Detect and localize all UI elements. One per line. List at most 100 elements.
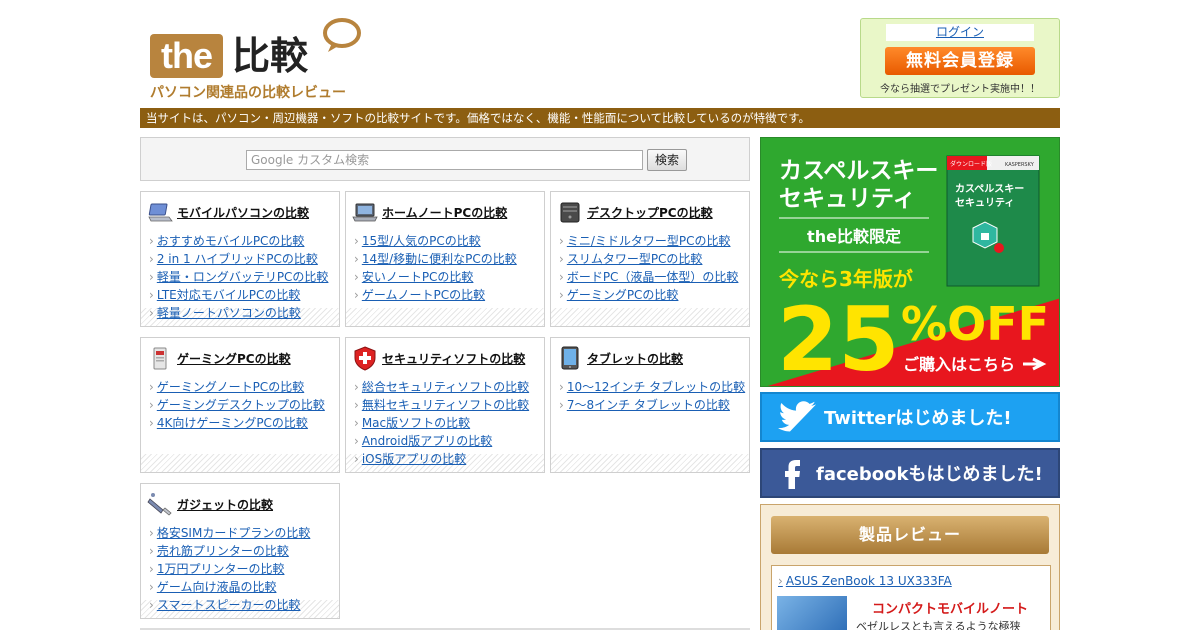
category-link[interactable]: 14型/移動に便利なPCの比較 bbox=[362, 252, 517, 266]
list-item: 軽量ノートパソコンの比較 bbox=[149, 304, 328, 322]
category-link[interactable]: 格安SIMカードプランの比較 bbox=[157, 526, 311, 540]
list-item: おすすめモバイルPCの比較 bbox=[149, 232, 328, 250]
category-link[interactable]: 安いノートPCの比較 bbox=[362, 270, 474, 284]
logo-the-mark: the bbox=[150, 34, 223, 78]
category-link[interactable]: 7～8インチ タブレットの比較 bbox=[567, 398, 730, 412]
list-item: iOS版アプリの比較 bbox=[354, 450, 529, 468]
category-link[interactable]: 売れ筋プリンターの比較 bbox=[157, 544, 289, 558]
logo-title: 比較 bbox=[232, 34, 309, 78]
category-link[interactable]: 4K向けゲーミングPCの比較 bbox=[157, 416, 308, 430]
category-link[interactable]: おすすめモバイルPCの比較 bbox=[157, 234, 305, 248]
review-description: ベゼルレスとも言えるような極狭 bbox=[856, 620, 1021, 630]
product-box-image: ダウンロード版 KASPERSKY カスペルスキー セキュリティ bbox=[946, 155, 1040, 287]
logo-tagline: パソコン関連品の比較レビュー bbox=[150, 85, 346, 101]
category-title[interactable]: ゲーミングPCの比較 bbox=[177, 350, 291, 367]
category-title[interactable]: モバイルパソコンの比較 bbox=[177, 204, 309, 221]
category-link[interactable]: スマートスピーカーの比較 bbox=[157, 598, 301, 612]
facebook-f-icon bbox=[785, 460, 800, 489]
list-item: 2 in 1 ハイブリッドPCの比較 bbox=[149, 250, 328, 268]
search-input[interactable]: Google カスタム検索 bbox=[246, 150, 643, 170]
category-link[interactable]: ゲーム向け液晶の比較 bbox=[157, 580, 277, 594]
category-gaming-pc: ゲーミングPCの比較 ゲーミングノートPCの比較 ゲーミングデスクトップの比較 … bbox=[140, 337, 340, 473]
list-item: Android版アプリの比較 bbox=[354, 432, 529, 450]
list-item: 軽量・ロングバッテリPCの比較 bbox=[149, 268, 329, 286]
search-button[interactable]: 検索 bbox=[647, 149, 687, 171]
twitter-button[interactable]: Twitterはじめました! bbox=[760, 392, 1060, 442]
list-item: ボードPC（液晶一体型）の比較 bbox=[559, 268, 739, 286]
box-name1: カスペルスキー bbox=[955, 183, 1024, 195]
review-catchphrase: コンパクトモバイルノート bbox=[872, 602, 1029, 617]
list-item: 売れ筋プリンターの比較 bbox=[149, 542, 310, 560]
box-name2: セキュリティ bbox=[955, 197, 1014, 209]
product-review-box: 製品レビュー ASUS ZenBook 13 UX333FA コンパクトモバイル… bbox=[760, 504, 1060, 630]
twitter-bird-icon bbox=[778, 401, 816, 432]
register-button[interactable]: 無料会員登録 bbox=[885, 47, 1035, 75]
site-description-banner: 当サイトは、パソコン・周辺機器・ソフトの比較サイトです。価格ではなく、機能・性能… bbox=[140, 108, 1060, 128]
ad-limited: the比較限定 bbox=[807, 227, 901, 246]
gaming-pc-icon bbox=[153, 347, 167, 370]
category-link[interactable]: 15型/人気のPCの比較 bbox=[362, 234, 481, 248]
category-mobile-pc: モバイルパソコンの比較 おすすめモバイルPCの比較 2 in 1 ハイブリッドP… bbox=[140, 191, 340, 327]
login-link[interactable]: ログイン bbox=[886, 24, 1034, 41]
list-item: ゲーミングPCの比較 bbox=[559, 286, 738, 304]
category-tablet: タブレットの比較 10～12インチ タブレットの比較 7～8インチ タブレットの… bbox=[550, 337, 750, 473]
kaspersky-ad-banner[interactable]: カスペルスキー セキュリティ the比較限定 今なら3年版が 25 %OFF ご… bbox=[760, 137, 1060, 387]
category-desktop-pc: デスクトップPCの比較 ミニ/ミドルタワー型PCの比較 スリムタワー型PCの比較… bbox=[550, 191, 750, 327]
box-tag: ダウンロード版 bbox=[950, 160, 992, 168]
category-link[interactable]: 総合セキュリティソフトの比較 bbox=[362, 380, 529, 394]
category-title[interactable]: ガジェットの比較 bbox=[177, 496, 273, 513]
list-item: 15型/人気のPCの比較 bbox=[354, 232, 517, 250]
category-gadget: ガジェットの比較 格安SIMカードプランの比較 売れ筋プリンターの比較 1万円プ… bbox=[140, 483, 340, 619]
member-note: 今なら抽選でプレゼント実施中！！ bbox=[880, 84, 1040, 95]
category-link[interactable]: Mac版ソフトの比較 bbox=[362, 416, 470, 430]
list-item: ゲーミングデスクトップの比較 bbox=[149, 396, 325, 414]
usb-gadget-icon bbox=[147, 493, 172, 516]
ad-cta: ご購入はこちら bbox=[903, 355, 1015, 374]
category-link[interactable]: iOS版アプリの比較 bbox=[362, 452, 466, 466]
list-item: 10～12インチ タブレットの比較 bbox=[559, 378, 745, 396]
ad-big-number: 25 bbox=[777, 288, 899, 387]
category-link[interactable]: スリムタワー型PCの比較 bbox=[567, 252, 703, 266]
list-item: LTE対応モバイルPCの比較 bbox=[149, 286, 328, 304]
category-link[interactable]: 2 in 1 ハイブリッドPCの比較 bbox=[157, 252, 318, 266]
list-item: 4K向けゲーミングPCの比較 bbox=[149, 414, 325, 432]
category-link[interactable]: ゲーミングPCの比較 bbox=[567, 288, 679, 302]
category-link[interactable]: ゲーミングノートPCの比較 bbox=[157, 380, 304, 394]
review-item: ASUS ZenBook 13 UX333FA コンパクトモバイルノート ベゼル… bbox=[771, 565, 1051, 630]
category-link[interactable]: 軽量ノートパソコンの比較 bbox=[157, 306, 301, 320]
category-link[interactable]: ゲーミングデスクトップの比較 bbox=[157, 398, 325, 412]
list-item: スマートスピーカーの比較 bbox=[149, 596, 310, 614]
site-logo[interactable]: the 比較 パソコン関連品の比較レビュー bbox=[150, 18, 365, 104]
category-link[interactable]: ミニ/ミドルタワー型PCの比較 bbox=[567, 234, 731, 248]
tablet-icon bbox=[561, 346, 579, 370]
list-item: Mac版ソフトの比較 bbox=[354, 414, 529, 432]
review-heading: 製品レビュー bbox=[771, 516, 1049, 554]
category-title[interactable]: ホームノートPCの比較 bbox=[382, 204, 507, 221]
facebook-label: facebookもはじめました! bbox=[816, 464, 1043, 485]
laptop-mobile-icon bbox=[148, 203, 173, 222]
category-link[interactable]: ボードPC（液晶一体型）の比較 bbox=[567, 270, 739, 284]
category-link[interactable]: 1万円プリンターの比較 bbox=[157, 562, 285, 576]
facebook-button[interactable]: facebookもはじめました! bbox=[760, 448, 1060, 498]
category-title[interactable]: タブレットの比較 bbox=[587, 350, 683, 367]
list-item: 1万円プリンターの比較 bbox=[149, 560, 310, 578]
ad-line1: カスペルスキー bbox=[779, 158, 938, 184]
category-link[interactable]: 無料セキュリティソフトの比較 bbox=[362, 398, 529, 412]
category-link[interactable]: LTE対応モバイルPCの比較 bbox=[157, 288, 301, 302]
desktop-tower-icon bbox=[560, 202, 580, 223]
twitter-label: Twitterはじめました! bbox=[824, 408, 1012, 429]
list-item: 総合セキュリティソフトの比較 bbox=[354, 378, 529, 396]
category-title[interactable]: セキュリティソフトの比較 bbox=[382, 350, 525, 367]
product-thumbnail[interactable] bbox=[777, 596, 847, 630]
category-title[interactable]: デスクトップPCの比較 bbox=[587, 204, 713, 221]
category-link[interactable]: 軽量・ロングバッテリPCの比較 bbox=[157, 270, 329, 284]
category-link[interactable]: 10～12インチ タブレットの比較 bbox=[567, 380, 745, 394]
list-item: ゲームノートPCの比較 bbox=[354, 286, 517, 304]
category-link[interactable]: ゲームノートPCの比較 bbox=[362, 288, 485, 302]
list-item: 7～8インチ タブレットの比較 bbox=[559, 396, 745, 414]
security-shield-icon bbox=[354, 346, 376, 371]
category-link[interactable]: Android版アプリの比較 bbox=[362, 434, 492, 448]
list-item: ゲーム向け液晶の比較 bbox=[149, 578, 310, 596]
member-box: ログイン 無料会員登録 今なら抽選でプレゼント実施中！！ bbox=[860, 18, 1060, 98]
review-product-link[interactable]: ASUS ZenBook 13 UX333FA bbox=[778, 574, 952, 588]
